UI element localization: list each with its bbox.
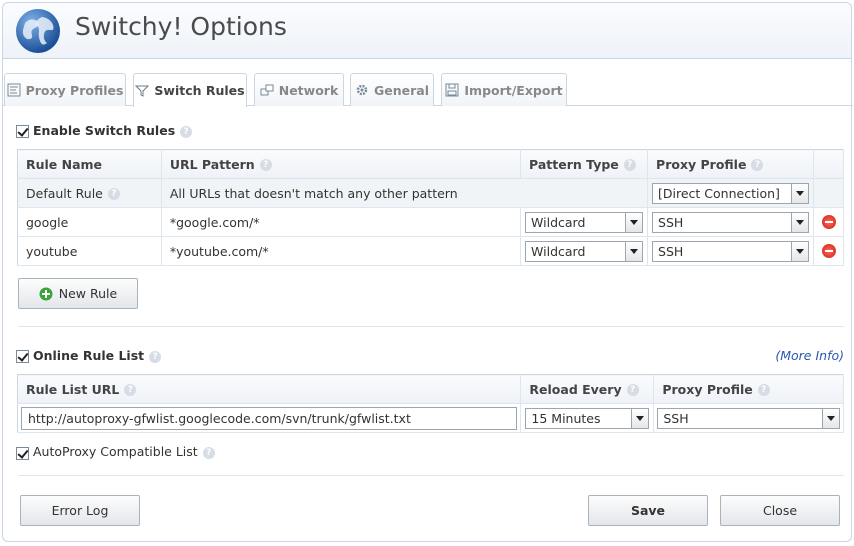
- tab-label: Import/Export: [464, 82, 563, 98]
- column-header: Pattern Type?: [520, 149, 649, 179]
- help-icon: ?: [124, 384, 137, 396]
- tab-label: Proxy Profiles: [25, 82, 124, 98]
- column-header: Proxy Profile?: [653, 374, 844, 404]
- save-button[interactable]: Save: [588, 495, 708, 526]
- divider: [18, 475, 844, 476]
- chevron-down-icon: [631, 408, 649, 428]
- remove-rule-icon[interactable]: [821, 215, 836, 229]
- help-icon: ?: [149, 350, 162, 363]
- help-icon: ?: [259, 159, 272, 171]
- pattern-type-select[interactable]: Wildcard: [525, 240, 644, 262]
- page-title: Switchy! Options: [75, 12, 287, 41]
- remove-rule-icon[interactable]: [821, 244, 836, 258]
- tab-switch-rules[interactable]: Switch Rules: [133, 73, 247, 107]
- profile-select[interactable]: SSH: [657, 407, 840, 429]
- floppy-icon: [445, 83, 459, 97]
- help-icon: ?: [626, 384, 639, 396]
- rule-list-url-input[interactable]: http://autoproxy-gfwlist.googlecode.com/…: [21, 406, 518, 430]
- new-rule-button[interactable]: New Rule: [18, 278, 138, 309]
- online-rule-list-label: Online Rule List?: [33, 348, 162, 363]
- switch-rules-table: Rule Name URL Pattern? Pattern Type? Pro…: [17, 149, 845, 266]
- profile-select[interactable]: [Direct Connection]: [652, 182, 809, 204]
- help-icon: ?: [107, 188, 120, 200]
- pattern-type-select[interactable]: Wildcard: [525, 211, 644, 233]
- gear-icon: [356, 84, 368, 96]
- tab-import-export[interactable]: Import/Export: [441, 73, 567, 106]
- enable-switch-rules-label: Enable Switch Rules?: [33, 123, 193, 138]
- filter-icon: [135, 85, 150, 97]
- chevron-down-icon: [822, 408, 839, 428]
- new-rule-label: New Rule: [58, 286, 118, 301]
- header: Switchy! Options: [3, 3, 851, 59]
- divider: [18, 326, 844, 327]
- column-header: URL Pattern?: [161, 149, 522, 179]
- tab-network[interactable]: Network: [254, 73, 344, 106]
- close-button[interactable]: Close: [720, 495, 840, 526]
- online-list-table: Rule List URL? Reload Every? Proxy Profi…: [17, 374, 844, 433]
- column-header: Rule List URL?: [17, 374, 522, 404]
- column-header: [813, 149, 845, 179]
- column-header: Reload Every?: [520, 374, 655, 404]
- column-header: Rule Name: [17, 149, 162, 179]
- rule-pattern: All URLs that doesn't match any other pa…: [161, 178, 649, 208]
- profile-select[interactable]: SSH: [652, 240, 809, 262]
- table-row: http://autoproxy-gfwlist.googlecode.com/…: [17, 403, 844, 433]
- tab-general[interactable]: General: [350, 73, 434, 106]
- autoproxy-checkbox[interactable]: [16, 447, 29, 460]
- rule-name: Default Rule?: [17, 178, 162, 208]
- tab-label: Switch Rules: [154, 83, 245, 98]
- chevron-down-icon: [790, 183, 808, 203]
- rule-name[interactable]: google: [17, 207, 162, 237]
- help-icon: ?: [202, 446, 215, 459]
- online-rule-list-checkbox[interactable]: [16, 350, 29, 363]
- help-icon: ?: [180, 125, 193, 138]
- help-icon: ?: [757, 384, 770, 396]
- error-log-button[interactable]: Error Log: [20, 495, 140, 526]
- table-row: google *google.com/* Wildcard SSH: [17, 207, 845, 237]
- options-window: Switchy! Options Proxy Profiles Switch R…: [2, 2, 853, 542]
- enable-switch-rules-checkbox[interactable]: [16, 125, 29, 138]
- tab-bar: Proxy Profiles Switch Rules Network Gene…: [3, 73, 853, 107]
- chevron-down-icon: [790, 212, 808, 232]
- tab-proxy-profiles[interactable]: Proxy Profiles: [4, 73, 126, 106]
- network-icon: [260, 84, 274, 96]
- help-icon: ?: [751, 159, 764, 171]
- help-icon: ?: [623, 159, 636, 171]
- chevron-down-icon: [625, 212, 643, 232]
- table-row: youtube *youtube.com/* Wildcard SSH: [17, 236, 845, 266]
- proxy-profiles-icon: [7, 83, 21, 97]
- globe-icon: [16, 9, 60, 53]
- table-row: Default Rule? All URLs that doesn't matc…: [17, 178, 845, 208]
- rule-pattern[interactable]: *google.com/*: [161, 207, 522, 237]
- autoproxy-label: AutoProxy Compatible List?: [33, 444, 215, 459]
- reload-every-select[interactable]: 15 Minutes: [525, 407, 650, 429]
- chevron-down-icon: [790, 241, 808, 261]
- profile-select[interactable]: SSH: [652, 211, 809, 233]
- add-icon: [39, 287, 53, 300]
- chevron-down-icon: [625, 241, 643, 261]
- column-header: Proxy Profile?: [647, 149, 814, 179]
- more-info-link[interactable]: (More Info): [775, 348, 844, 363]
- tab-label: Network: [278, 82, 339, 98]
- tab-label: General: [374, 82, 429, 98]
- rule-name[interactable]: youtube: [17, 236, 162, 266]
- rule-pattern[interactable]: *youtube.com/*: [161, 236, 522, 266]
